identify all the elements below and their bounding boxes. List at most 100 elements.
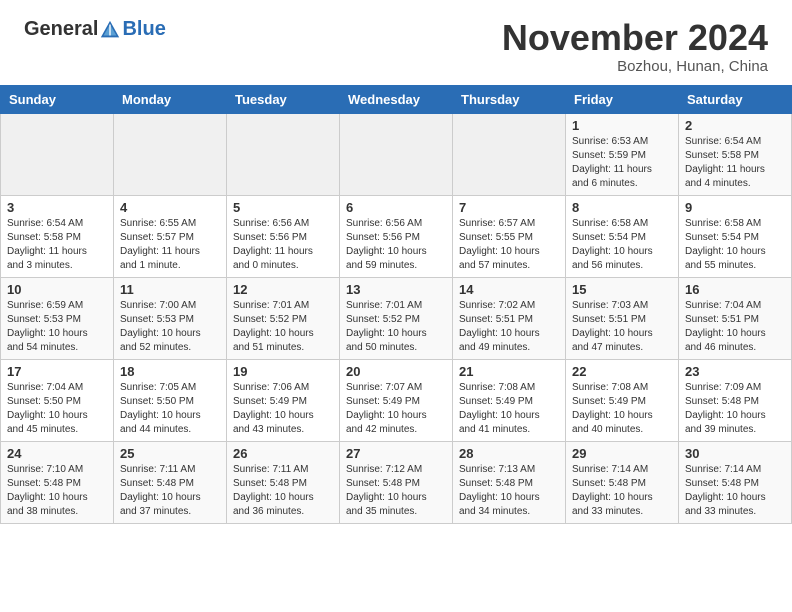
calendar-week-row: 1Sunrise: 6:53 AM Sunset: 5:59 PM Daylig… — [1, 113, 792, 195]
weekday-header: Wednesday — [340, 85, 453, 113]
calendar-cell — [340, 113, 453, 195]
day-number: 25 — [120, 446, 220, 461]
calendar-cell — [114, 113, 227, 195]
day-number: 26 — [233, 446, 333, 461]
day-info: Sunrise: 7:10 AM Sunset: 5:48 PM Dayligh… — [7, 463, 107, 519]
day-number: 6 — [346, 200, 446, 215]
calendar-week-row: 17 Sunrise: 7:04 AM Sunset: 5:50 PM Dayli… — [1, 359, 792, 441]
day-info: Sunrise: 7:14 AM Sunset: 5:48 PM Dayligh… — [685, 463, 785, 519]
calendar-cell: 11 Sunrise: 7:00 AM Sunset: 5:53 PM Dayli… — [114, 277, 227, 359]
calendar-cell — [1, 113, 114, 195]
calendar-cell — [227, 113, 340, 195]
day-number: 7 — [459, 200, 559, 215]
calendar-week-row: 24 Sunrise: 7:10 AM Sunset: 5:48 PM Dayli… — [1, 441, 792, 523]
day-info: Sunrise: 7:08 AM Sunset: 5:49 PM Dayligh… — [572, 381, 672, 437]
logo-general: General — [24, 18, 98, 41]
day-info: Sunrise: 7:13 AM Sunset: 5:48 PM Dayligh… — [459, 463, 559, 519]
calendar-cell: 16 Sunrise: 7:04 AM Sunset: 5:51 PM Dayli… — [679, 277, 792, 359]
day-number: 24 — [7, 446, 107, 461]
calendar-cell: 22 Sunrise: 7:08 AM Sunset: 5:49 PM Dayli… — [566, 359, 679, 441]
day-number: 22 — [572, 364, 672, 379]
day-number: 9 — [685, 200, 785, 215]
month-title: November 2024 — [502, 18, 768, 58]
calendar-cell: 28 Sunrise: 7:13 AM Sunset: 5:48 PM Dayli… — [453, 441, 566, 523]
day-number: 13 — [346, 282, 446, 297]
day-info: Sunrise: 7:05 AM Sunset: 5:50 PM Dayligh… — [120, 381, 220, 437]
day-info: Sunrise: 6:58 AM Sunset: 5:54 PM Dayligh… — [572, 217, 672, 273]
day-info: Sunrise: 6:54 AM Sunset: 5:58 PM Dayligh… — [7, 217, 107, 273]
calendar-cell: 25 Sunrise: 7:11 AM Sunset: 5:48 PM Dayli… — [114, 441, 227, 523]
day-info: Sunrise: 7:14 AM Sunset: 5:48 PM Dayligh… — [572, 463, 672, 519]
day-info: Sunrise: 7:11 AM Sunset: 5:48 PM Dayligh… — [120, 463, 220, 519]
day-number: 12 — [233, 282, 333, 297]
calendar-week-row: 10 Sunrise: 6:59 AM Sunset: 5:53 PM Dayli… — [1, 277, 792, 359]
calendar-cell: 21Sunrise: 7:08 AM Sunset: 5:49 PM Dayli… — [453, 359, 566, 441]
calendar-cell: 24 Sunrise: 7:10 AM Sunset: 5:48 PM Dayli… — [1, 441, 114, 523]
location-subtitle: Bozhou, Hunan, China — [502, 58, 768, 75]
calendar-cell: 14Sunrise: 7:02 AM Sunset: 5:51 PM Dayli… — [453, 277, 566, 359]
calendar-cell: 4 Sunrise: 6:55 AM Sunset: 5:57 PM Daylig… — [114, 195, 227, 277]
calendar-cell: 7 Sunrise: 6:57 AM Sunset: 5:55 PM Daylig… — [453, 195, 566, 277]
day-info: Sunrise: 6:54 AM Sunset: 5:58 PM Dayligh… — [685, 135, 785, 191]
calendar-cell: 20Sunrise: 7:07 AM Sunset: 5:49 PM Dayli… — [340, 359, 453, 441]
day-info: Sunrise: 7:00 AM Sunset: 5:53 PM Dayligh… — [120, 299, 220, 355]
day-info: Sunrise: 6:53 AM Sunset: 5:59 PM Dayligh… — [572, 135, 672, 191]
title-block: November 2024 Bozhou, Hunan, China — [502, 18, 768, 75]
day-number: 21 — [459, 364, 559, 379]
day-number: 4 — [120, 200, 220, 215]
calendar-cell: 6 Sunrise: 6:56 AM Sunset: 5:56 PM Daylig… — [340, 195, 453, 277]
calendar-cell: 10 Sunrise: 6:59 AM Sunset: 5:53 PM Dayli… — [1, 277, 114, 359]
day-info: Sunrise: 6:56 AM Sunset: 5:56 PM Dayligh… — [233, 217, 333, 273]
weekday-header: Sunday — [1, 85, 114, 113]
day-info: Sunrise: 7:04 AM Sunset: 5:50 PM Dayligh… — [7, 381, 107, 437]
calendar-cell: 12 Sunrise: 7:01 AM Sunset: 5:52 PM Dayli… — [227, 277, 340, 359]
day-info: Sunrise: 7:06 AM Sunset: 5:49 PM Dayligh… — [233, 381, 333, 437]
weekday-header: Monday — [114, 85, 227, 113]
day-number: 3 — [7, 200, 107, 215]
calendar-cell: 30 Sunrise: 7:14 AM Sunset: 5:48 PM Dayli… — [679, 441, 792, 523]
calendar-cell: 26Sunrise: 7:11 AM Sunset: 5:48 PM Dayli… — [227, 441, 340, 523]
day-number: 10 — [7, 282, 107, 297]
calendar-cell — [453, 113, 566, 195]
day-number: 20 — [346, 364, 446, 379]
calendar-table: SundayMondayTuesdayWednesdayThursdayFrid… — [0, 85, 792, 524]
calendar-cell: 8 Sunrise: 6:58 AM Sunset: 5:54 PM Daylig… — [566, 195, 679, 277]
day-info: Sunrise: 7:03 AM Sunset: 5:51 PM Dayligh… — [572, 299, 672, 355]
day-number: 8 — [572, 200, 672, 215]
calendar-cell: 1Sunrise: 6:53 AM Sunset: 5:59 PM Daylig… — [566, 113, 679, 195]
day-info: Sunrise: 6:55 AM Sunset: 5:57 PM Dayligh… — [120, 217, 220, 273]
day-info: Sunrise: 7:01 AM Sunset: 5:52 PM Dayligh… — [233, 299, 333, 355]
day-number: 14 — [459, 282, 559, 297]
logo-blue: Blue — [122, 18, 165, 41]
calendar-header-row: SundayMondayTuesdayWednesdayThursdayFrid… — [1, 85, 792, 113]
calendar-cell: 13 Sunrise: 7:01 AM Sunset: 5:52 PM Dayli… — [340, 277, 453, 359]
day-number: 17 — [7, 364, 107, 379]
day-number: 5 — [233, 200, 333, 215]
weekday-header: Saturday — [679, 85, 792, 113]
day-info: Sunrise: 6:56 AM Sunset: 5:56 PM Dayligh… — [346, 217, 446, 273]
calendar-cell: 18Sunrise: 7:05 AM Sunset: 5:50 PM Dayli… — [114, 359, 227, 441]
calendar-cell: 9 Sunrise: 6:58 AM Sunset: 5:54 PM Daylig… — [679, 195, 792, 277]
day-number: 29 — [572, 446, 672, 461]
day-info: Sunrise: 7:01 AM Sunset: 5:52 PM Dayligh… — [346, 299, 446, 355]
calendar-cell: 17 Sunrise: 7:04 AM Sunset: 5:50 PM Dayli… — [1, 359, 114, 441]
day-number: 28 — [459, 446, 559, 461]
day-info: Sunrise: 7:12 AM Sunset: 5:48 PM Dayligh… — [346, 463, 446, 519]
logo: General Blue — [24, 18, 166, 41]
logo-icon — [99, 19, 121, 41]
calendar-cell: 29 Sunrise: 7:14 AM Sunset: 5:48 PM Dayli… — [566, 441, 679, 523]
weekday-header: Thursday — [453, 85, 566, 113]
day-info: Sunrise: 7:04 AM Sunset: 5:51 PM Dayligh… — [685, 299, 785, 355]
calendar-cell: 5 Sunrise: 6:56 AM Sunset: 5:56 PM Daylig… — [227, 195, 340, 277]
day-number: 16 — [685, 282, 785, 297]
calendar-cell: 27Sunrise: 7:12 AM Sunset: 5:48 PM Dayli… — [340, 441, 453, 523]
day-info: Sunrise: 6:57 AM Sunset: 5:55 PM Dayligh… — [459, 217, 559, 273]
weekday-header: Tuesday — [227, 85, 340, 113]
day-info: Sunrise: 6:58 AM Sunset: 5:54 PM Dayligh… — [685, 217, 785, 273]
calendar-cell: 2Sunrise: 6:54 AM Sunset: 5:58 PM Daylig… — [679, 113, 792, 195]
day-info: Sunrise: 6:59 AM Sunset: 5:53 PM Dayligh… — [7, 299, 107, 355]
day-info: Sunrise: 7:09 AM Sunset: 5:48 PM Dayligh… — [685, 381, 785, 437]
day-number: 30 — [685, 446, 785, 461]
day-number: 11 — [120, 282, 220, 297]
calendar-cell: 19Sunrise: 7:06 AM Sunset: 5:49 PM Dayli… — [227, 359, 340, 441]
